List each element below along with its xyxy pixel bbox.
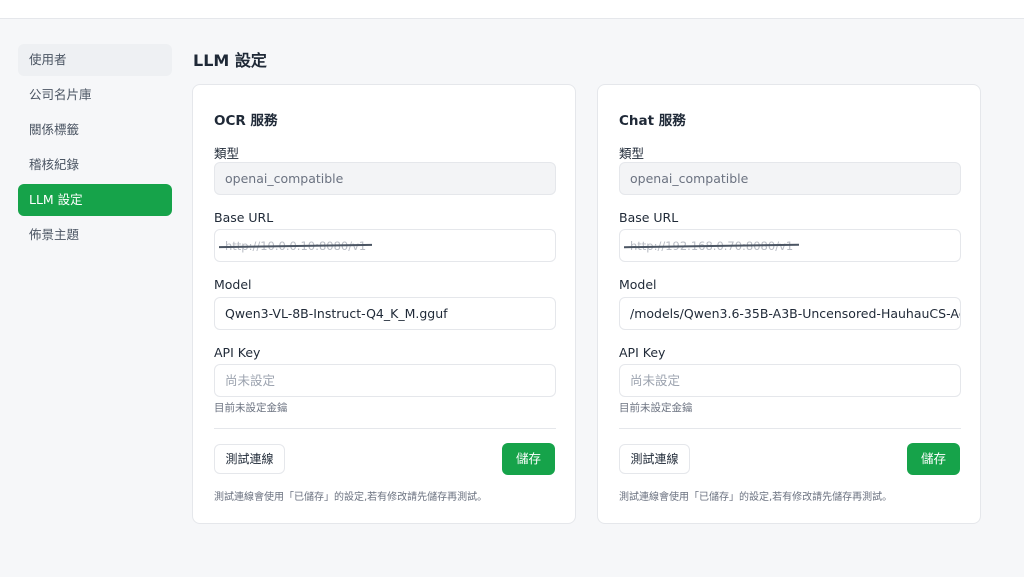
card-title: Chat 服務 [619, 113, 686, 129]
sidebar-item-company-cards[interactable]: 公司名片庫 [18, 79, 172, 111]
api-key-input[interactable]: 尚未設定 [214, 364, 556, 397]
type-label: 類型 [619, 146, 645, 161]
page-title: LLM 設定 [193, 51, 267, 70]
type-field: openai_compatible [619, 162, 961, 195]
chat-service-card: Chat 服務 類型 openai_compatible Base URL ht… [597, 84, 981, 524]
save-button[interactable]: 儲存 [907, 443, 960, 475]
model-input[interactable]: /models/Qwen3.6-35B-A3B-Uncensored-Hauha… [619, 297, 961, 330]
model-label: Model [619, 277, 657, 292]
api-key-label: API Key [214, 345, 261, 360]
card-title: OCR 服務 [214, 113, 278, 129]
test-connection-button[interactable]: 測試連線 [214, 444, 285, 474]
divider [619, 428, 961, 429]
model-input[interactable]: Qwen3-VL-8B-Instruct-Q4_K_M.gguf [214, 297, 556, 330]
footnote: 測試連線會使用「已儲存」的設定,若有修改請先儲存再測試。 [619, 492, 893, 503]
base-url-label: Base URL [214, 210, 274, 225]
base-url-label: Base URL [619, 210, 679, 225]
save-button[interactable]: 儲存 [502, 443, 555, 475]
sidebar-item-theme[interactable]: 佈景主題 [18, 219, 172, 251]
sidebar-item-relation-tags[interactable]: 關係標籤 [18, 114, 172, 146]
redacted-value: http://192.168.0.70:8080/v1 [630, 231, 793, 261]
sidebar-item-audit-log[interactable]: 稽核紀錄 [18, 149, 172, 181]
footnote: 測試連線會使用「已儲存」的設定,若有修改請先儲存再測試。 [214, 492, 488, 503]
type-field: openai_compatible [214, 162, 556, 195]
ocr-service-card: OCR 服務 類型 openai_compatible Base URL htt… [192, 84, 576, 524]
api-key-hint: 目前未設定金鑰 [619, 402, 693, 414]
api-key-label: API Key [619, 345, 666, 360]
model-label: Model [214, 277, 252, 292]
divider [214, 428, 556, 429]
top-bar [0, 0, 1024, 19]
type-label: 類型 [214, 146, 240, 161]
api-key-input[interactable]: 尚未設定 [619, 364, 961, 397]
api-key-hint: 目前未設定金鑰 [214, 402, 288, 414]
test-connection-button[interactable]: 測試連線 [619, 444, 690, 474]
sidebar-item-users[interactable]: 使用者 [18, 44, 172, 76]
base-url-input[interactable]: http://10.0.0.10:8080/v1 [214, 229, 556, 262]
sidebar-item-llm-settings[interactable]: LLM 設定 [18, 184, 172, 216]
sidebar: 使用者 公司名片庫 關係標籤 稽核紀錄 LLM 設定 佈景主題 [18, 44, 172, 254]
base-url-input[interactable]: http://192.168.0.70:8080/v1 [619, 229, 961, 262]
redacted-value: http://10.0.0.10:8080/v1 [225, 231, 366, 261]
